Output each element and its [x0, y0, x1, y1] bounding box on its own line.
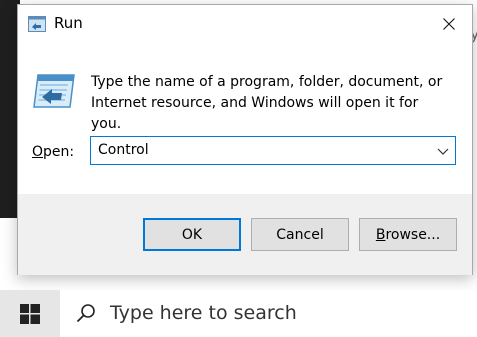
taskbar-search-box[interactable]: Type here to search — [60, 290, 477, 337]
browse-button[interactable]: Browse... — [359, 218, 457, 251]
dialog-description: Type the name of a program, folder, docu… — [91, 74, 443, 132]
close-icon — [443, 18, 455, 30]
open-label: Open: — [32, 144, 75, 160]
dialog-title: Run — [54, 14, 83, 32]
run-icon — [33, 74, 75, 108]
run-icon — [28, 16, 46, 32]
search-placeholder: Type here to search — [110, 302, 297, 324]
button-footer: OK Cancel Browse... — [18, 194, 472, 275]
title-bar[interactable]: Run — [18, 5, 472, 43]
run-dialog: Run Type the name of a program, folder, … — [17, 4, 473, 275]
open-combobox[interactable]: Control — [90, 136, 456, 165]
windows-logo-icon — [20, 303, 40, 324]
cancel-button[interactable]: Cancel — [251, 218, 349, 251]
close-button[interactable] — [426, 5, 472, 43]
chevron-down-icon[interactable] — [437, 146, 449, 156]
ok-button[interactable]: OK — [143, 218, 241, 251]
open-input[interactable]: Control — [98, 142, 149, 158]
start-button[interactable] — [0, 290, 60, 337]
taskbar: Type here to search — [0, 290, 477, 337]
search-icon — [76, 304, 95, 323]
